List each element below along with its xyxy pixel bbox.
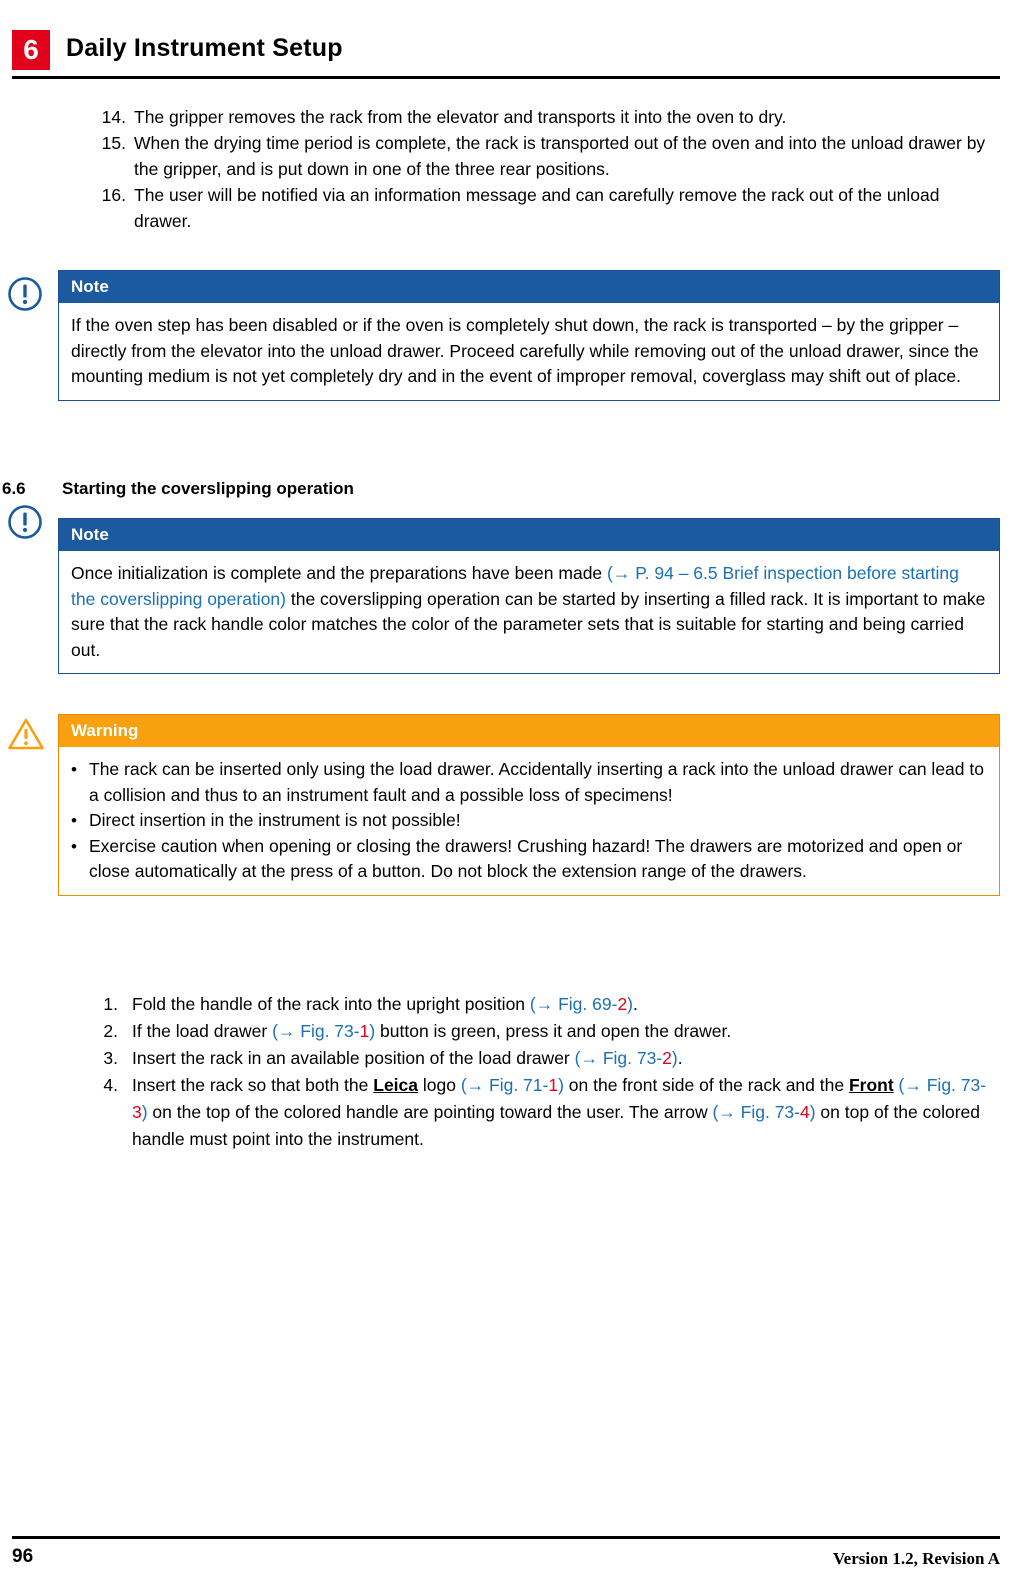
list-item: 4. Insert the rack so that both the Leic… [92, 1072, 997, 1153]
crossref-index[interactable]: 1 [548, 1075, 558, 1095]
note-box-2-text-1: Once initialization is complete and the … [71, 563, 608, 583]
crossref-link[interactable]: (→ Fig. 71- [461, 1075, 549, 1095]
note-box-1-header: Note [59, 271, 999, 303]
inline-text: on the front side of the rack and the [563, 1075, 849, 1095]
list-item: 15. When the drying time period is compl… [92, 130, 997, 182]
list-item-number: 1. [103, 994, 118, 1014]
warning-bullet: • Direct insertion in the instrument is … [71, 808, 987, 834]
list-item: 3. Insert the rack in an available posit… [92, 1045, 997, 1072]
inline-text: If the load drawer [132, 1021, 273, 1041]
warning-box: Warning • The rack can be inserted only … [58, 714, 1000, 896]
page-title: Daily Instrument Setup [66, 34, 343, 62]
list-item-text: The user will be notified via an informa… [134, 185, 940, 231]
list-item-number: 14. [101, 107, 126, 127]
crossref-link[interactable]: (→ Fig. 73- [575, 1048, 663, 1068]
header-divider [12, 76, 1000, 79]
list-item: 2. If the load drawer (→ Fig. 73-1) butt… [92, 1018, 997, 1045]
list-item-number: 3. [103, 1048, 118, 1068]
list-item-text: If the load drawer (→ Fig. 73-1) button … [118, 1018, 997, 1045]
note-box-2: Note Once initialization is complete and… [58, 518, 1000, 674]
crossref-link[interactable]: (→ Fig. 73- [712, 1102, 800, 1122]
list-item-text: Insert the rack in an available position… [118, 1045, 997, 1072]
warning-box-header: Warning [59, 715, 999, 747]
warning-icon [8, 718, 44, 750]
crossref-index[interactable]: 2 [617, 994, 627, 1014]
warning-box-body: • The rack can be inserted only using th… [59, 747, 999, 895]
page-number: 96 [12, 1546, 34, 1567]
warning-bullet-text: The rack can be inserted only using the … [89, 759, 984, 805]
list-item-number: 16. [101, 185, 126, 205]
crossref-index[interactable]: 3 [132, 1102, 142, 1122]
note-box-2-header: Note [59, 519, 999, 551]
section-title: Starting the coverslipping operation [62, 479, 354, 498]
footer-version: Version 1.2, Revision A [832, 1549, 1000, 1568]
inline-text: Insert the rack so that both the [132, 1075, 374, 1095]
bullet-marker: • [71, 811, 77, 830]
crossref-link[interactable]: (→ Fig. 73- [899, 1075, 987, 1095]
list-item-text: Fold the handle of the rack into the upr… [118, 991, 997, 1018]
warning-bullet: • The rack can be inserted only using th… [71, 757, 987, 808]
bottom-numbered-list: 1. Fold the handle of the rack into the … [92, 991, 997, 1153]
note-box-1: Note If the oven step has been disabled … [58, 270, 1000, 401]
note-box-2-body: Once initialization is complete and the … [59, 551, 999, 673]
inline-text: Insert the rack in an available position… [132, 1048, 575, 1068]
note-icon [8, 505, 42, 539]
warning-bullet: • Exercise caution when opening or closi… [71, 834, 987, 885]
document-page: 6 Daily Instrument Setup 14. The gripper… [0, 0, 1012, 1595]
note-box-1-body: If the oven step has been disabled or if… [59, 303, 999, 400]
list-item-text: The gripper removes the rack from the el… [134, 107, 787, 127]
note-icon [8, 277, 42, 311]
list-item: 14. The gripper removes the rack from th… [92, 104, 997, 130]
bullet-marker: • [71, 760, 77, 779]
crossref-index[interactable]: 4 [800, 1102, 810, 1122]
warning-bullet-text: Exercise caution when opening or closing… [89, 835, 963, 882]
crossref-link[interactable]: (→ Fig. 69- [530, 994, 618, 1014]
crossref-link[interactable]: (→ Fig. 73- [272, 1021, 360, 1041]
footer-divider [12, 1536, 1000, 1539]
list-item-number: 2. [103, 1021, 118, 1041]
list-item-number: 4. [103, 1075, 118, 1095]
crossref-index[interactable]: 1 [360, 1021, 370, 1041]
bullet-marker: • [71, 836, 77, 856]
inline-text: . [677, 1048, 683, 1068]
emphasis-term: Leica [373, 1075, 418, 1095]
list-item: 16. The user will be notified via an inf… [92, 182, 997, 234]
list-item-text: When the drying time period is complete,… [134, 133, 986, 179]
warning-bullet-text: Direct insertion in the instrument is no… [89, 810, 461, 830]
list-item-number: 15. [101, 133, 126, 153]
page-header: 6 Daily Instrument Setup [0, 16, 1012, 78]
inline-text: Fold the handle of the rack into the upr… [132, 994, 530, 1014]
inline-text: . [633, 994, 638, 1014]
chapter-number-badge: 6 [12, 30, 50, 70]
top-numbered-list: 14. The gripper removes the rack from th… [92, 104, 997, 234]
list-item-text: Insert the rack so that both the Leica l… [118, 1072, 997, 1153]
section-number: 6.6 [2, 479, 26, 498]
inline-text: on the top of the colored handle are poi… [147, 1102, 713, 1122]
list-item: 1. Fold the handle of the rack into the … [92, 991, 997, 1018]
crossref-index[interactable]: 2 [662, 1048, 672, 1068]
inline-text: button is green, press it and open the d… [375, 1021, 732, 1041]
emphasis-term: Front [848, 1075, 894, 1095]
inline-text: logo [418, 1075, 461, 1095]
